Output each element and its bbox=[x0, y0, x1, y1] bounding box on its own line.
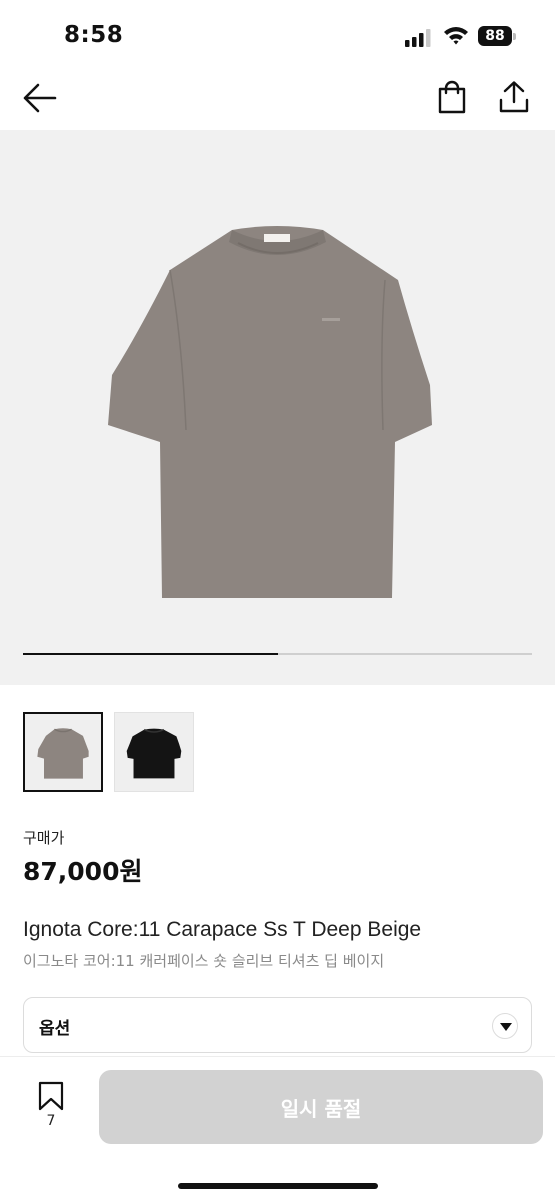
price-value: 87,000원 bbox=[23, 857, 143, 886]
product-image-carousel[interactable] bbox=[0, 130, 555, 685]
home-indicator bbox=[178, 1183, 378, 1189]
option-dropdown[interactable]: 옵션 bbox=[23, 997, 532, 1053]
carousel-progress-bar bbox=[23, 653, 532, 655]
bookmark-count: 7 bbox=[46, 1113, 56, 1129]
signal-icon bbox=[405, 29, 433, 47]
bottom-action-bar: 7 일시 품절 bbox=[0, 1056, 555, 1200]
bookmark-icon bbox=[38, 1081, 64, 1111]
sold-out-button[interactable]: 일시 품절 bbox=[99, 1070, 543, 1144]
option-label: 옵션 bbox=[39, 1019, 71, 1039]
price-label: 구매가 bbox=[23, 829, 65, 847]
thumbnail-beige[interactable] bbox=[23, 712, 103, 792]
nav-bar bbox=[0, 70, 555, 130]
thumbnail-black[interactable] bbox=[114, 712, 194, 792]
bookmark-button[interactable]: 7 bbox=[30, 1079, 72, 1133]
battery-level: 88 bbox=[478, 26, 512, 46]
product-name-korean: 이그노타 코어:11 캐러페이스 숏 슬리브 티셔츠 딥 베이지 bbox=[23, 952, 385, 970]
status-bar: 8:58 88 bbox=[0, 0, 555, 70]
wifi-icon bbox=[443, 25, 469, 45]
shopping-bag-icon[interactable] bbox=[436, 80, 468, 114]
t-shirt-beige-thumbnail bbox=[37, 728, 89, 779]
battery-tip bbox=[513, 33, 516, 40]
t-shirt-deep-beige-photo bbox=[108, 226, 432, 598]
chevron-down-icon bbox=[492, 1013, 518, 1039]
share-icon[interactable] bbox=[498, 80, 530, 114]
back-arrow-icon[interactable] bbox=[22, 82, 58, 114]
thumbnail-strip bbox=[23, 712, 203, 792]
product-name: Ignota Core:11 Carapace Ss T Deep Beige bbox=[23, 918, 422, 941]
status-time: 8:58 bbox=[64, 22, 124, 48]
battery-icon: 88 bbox=[478, 26, 516, 46]
t-shirt-black-thumbnail bbox=[126, 728, 182, 779]
carousel-progress-fill bbox=[23, 653, 278, 655]
